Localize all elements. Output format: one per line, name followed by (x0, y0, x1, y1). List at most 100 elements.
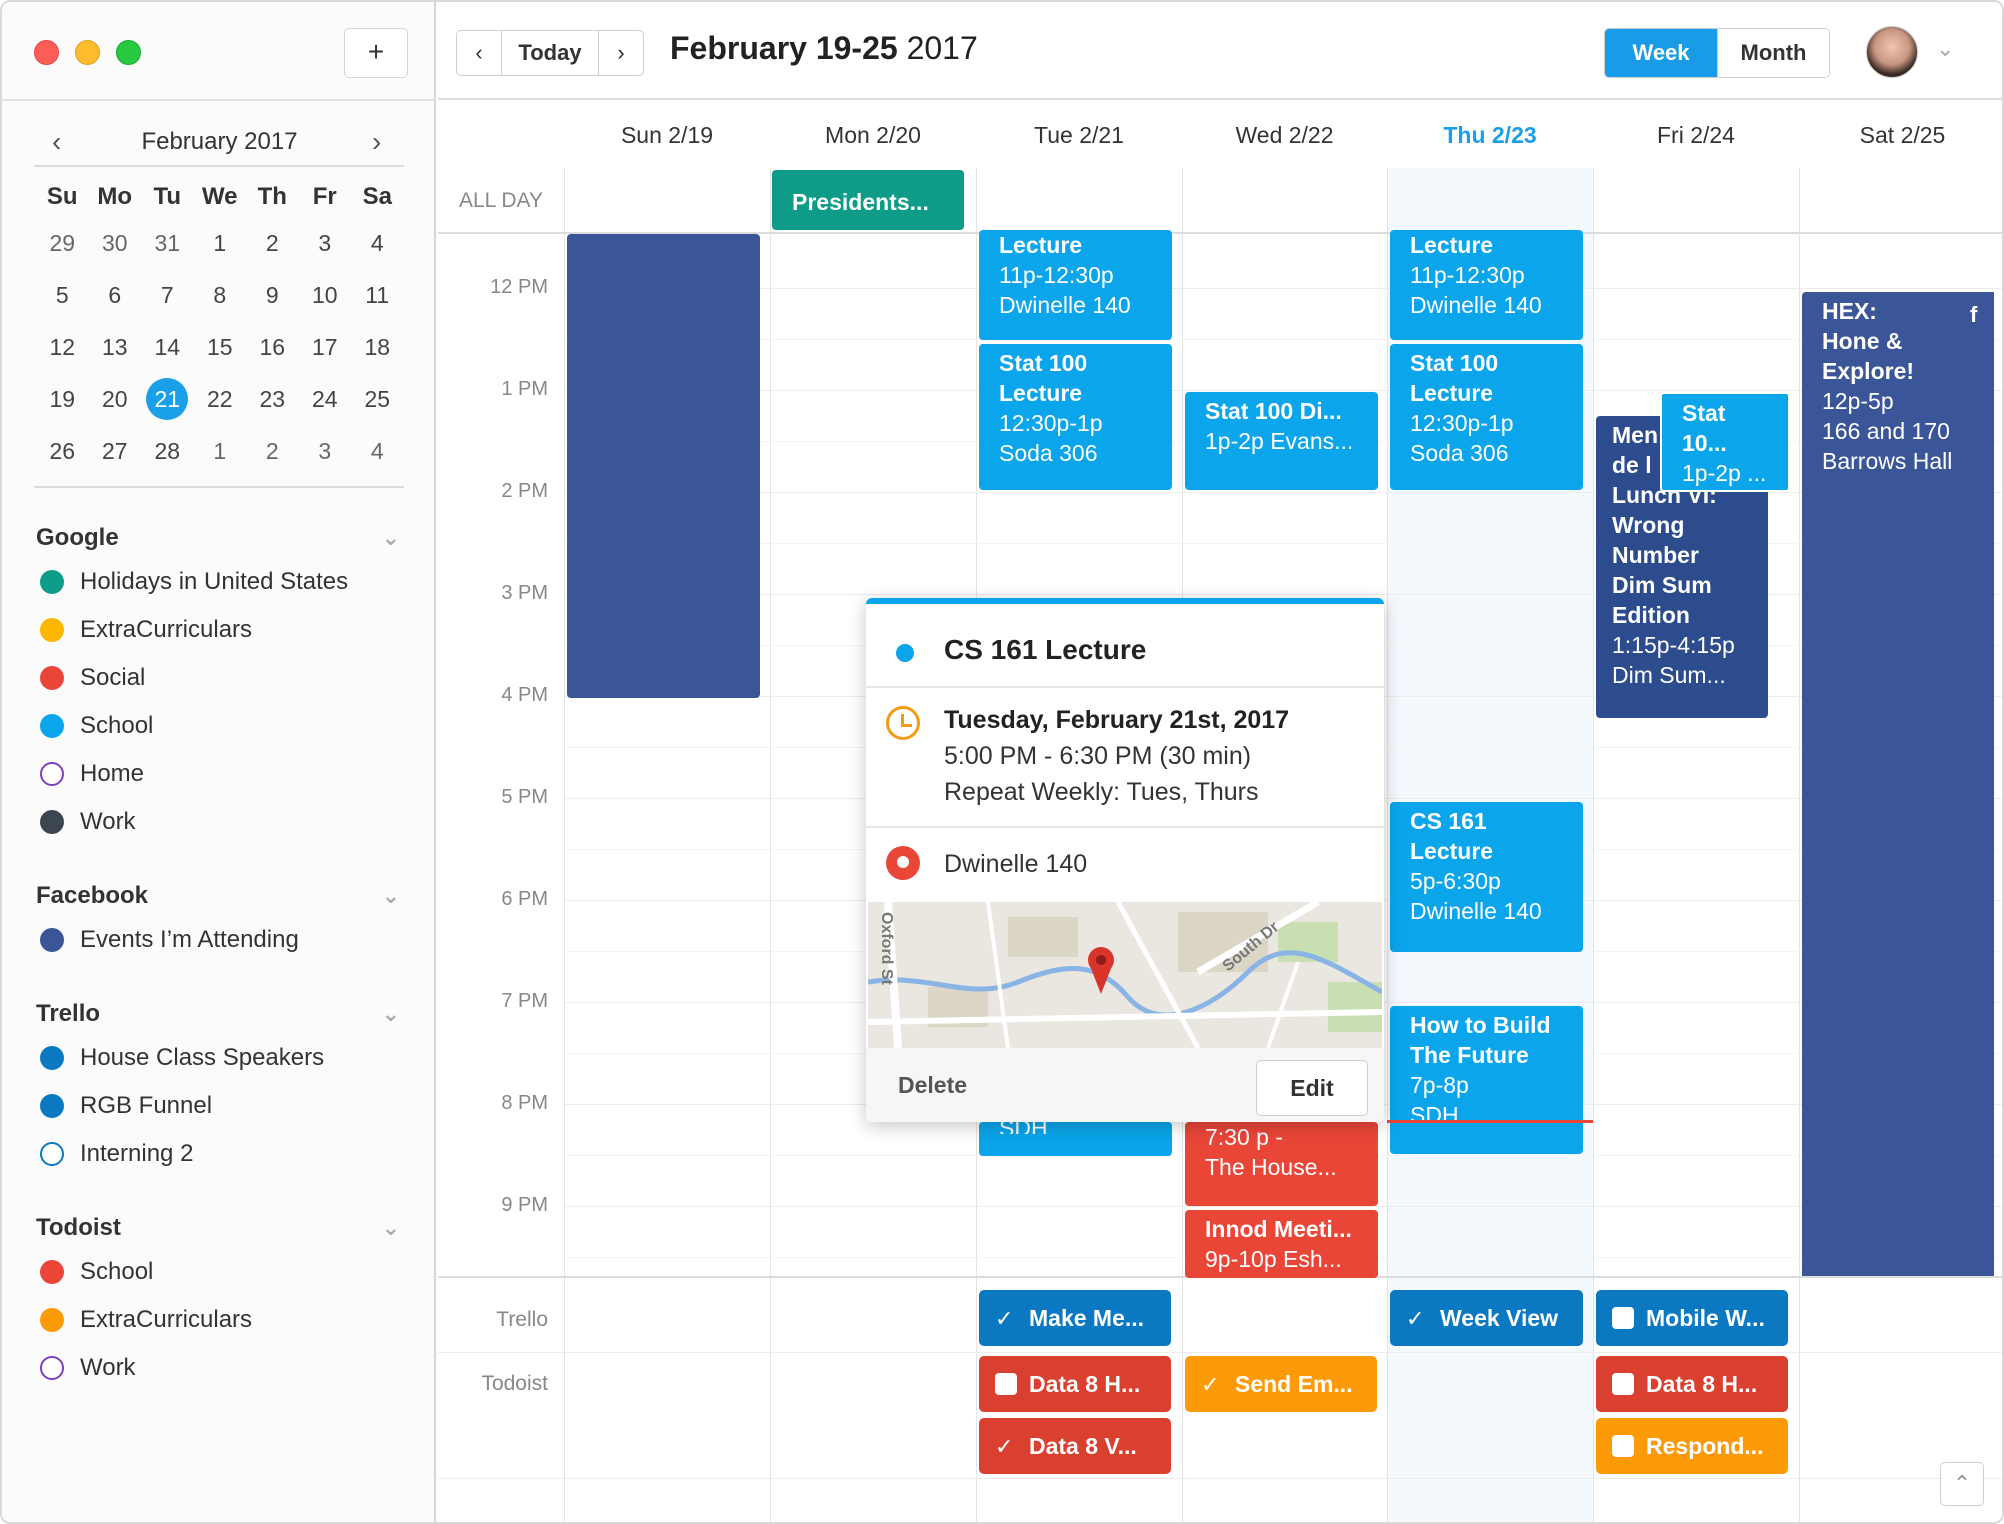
chevron-down-icon[interactable]: ⌄ (382, 1208, 400, 1248)
day-header[interactable]: Sun 2/19 (564, 102, 770, 168)
mini-calendar-day[interactable]: 28 (141, 425, 194, 477)
delete-event-button[interactable]: Delete (898, 1072, 967, 1099)
checkbox[interactable] (1612, 1307, 1634, 1329)
day-header[interactable]: Mon 2/20 (770, 102, 976, 168)
checkbox[interactable] (1612, 1435, 1634, 1457)
event-tue-stat100-lecture[interactable]: Stat 100 Lecture 12:30p-1p Soda 306 (979, 344, 1172, 490)
calendar-color-dot[interactable] (40, 1046, 64, 1070)
mini-calendar-day[interactable]: 23 (246, 373, 299, 425)
calendar-color-dot[interactable] (40, 1094, 64, 1118)
chevron-down-icon[interactable]: ⌄ (382, 518, 400, 558)
trello-task-make-me[interactable]: ✓ Make Me... (979, 1290, 1171, 1346)
calendar-group-title[interactable]: Trello ⌄ (36, 994, 406, 1034)
calendar-color-dot[interactable] (40, 810, 64, 834)
mini-calendar-day[interactable]: 29 (36, 217, 89, 269)
todoist-task-data8-v[interactable]: ✓ Data 8 V... (979, 1418, 1171, 1474)
location-map[interactable]: Oxford St South Dr (868, 902, 1382, 1048)
event-thu-lecture[interactable]: Lecture 11p-12:30p Dwinelle 140 (1390, 230, 1583, 340)
mini-calendar-day[interactable]: 17 (299, 321, 352, 373)
mini-calendar-prev-button[interactable]: ‹ (52, 126, 61, 158)
trello-task-mobile-w[interactable]: Mobile W... (1596, 1290, 1788, 1346)
trello-task-week-view[interactable]: ✓ Week View (1390, 1290, 1583, 1346)
calendar-item[interactable]: ExtraCurriculars (36, 606, 406, 654)
mini-calendar-day[interactable]: 2 (246, 425, 299, 477)
calendar-item[interactable]: House Class Speakers (36, 1034, 406, 1082)
popover-location[interactable]: Dwinelle 140 (944, 850, 1087, 879)
day-header[interactable]: Fri 2/24 (1593, 102, 1799, 168)
mini-calendar-day[interactable]: 30 (89, 217, 142, 269)
todoist-task-data8-h-fri[interactable]: Data 8 H... (1596, 1356, 1788, 1412)
calendar-color-dot[interactable] (40, 1142, 64, 1166)
todoist-task-send-em[interactable]: ✓ Send Em... (1185, 1356, 1377, 1412)
event-tue-lecture[interactable]: Lecture 11p-12:30p Dwinelle 140 (979, 230, 1172, 340)
next-week-button[interactable]: › (599, 31, 643, 75)
calendar-color-dot[interactable] (40, 570, 64, 594)
calendar-item[interactable]: Home (36, 750, 406, 798)
todoist-task-respond[interactable]: Respond... (1596, 1418, 1788, 1474)
mini-calendar-day[interactable]: 25 (351, 373, 404, 425)
calendar-color-dot[interactable] (40, 714, 64, 738)
calendar-item[interactable]: School (36, 702, 406, 750)
scroll-to-top-button[interactable]: ⌃ (1940, 1462, 1984, 1506)
event-tue-sdh[interactable]: SDH (979, 1122, 1172, 1156)
calendar-item[interactable]: Events I’m Attending (36, 916, 406, 964)
calendar-color-dot[interactable] (40, 928, 64, 952)
calendar-item[interactable]: ExtraCurriculars (36, 1296, 406, 1344)
calendar-item[interactable]: RGB Funnel (36, 1082, 406, 1130)
mini-calendar-day[interactable]: 18 (351, 321, 404, 373)
calendar-color-dot[interactable] (40, 1356, 64, 1380)
mini-calendar-day[interactable]: 7 (141, 269, 194, 321)
event-wed-innod-meeting[interactable]: Innod Meeti... 9p-10p Esh... (1185, 1210, 1378, 1278)
calendar-group-title[interactable]: Facebook ⌄ (36, 876, 406, 916)
mini-calendar-day[interactable]: 1 (194, 425, 247, 477)
day-header[interactable]: Thu 2/23 (1387, 102, 1593, 168)
calendar-item[interactable]: Work (36, 798, 406, 846)
mini-calendar-day[interactable]: 9 (246, 269, 299, 321)
mini-calendar-day[interactable]: 13 (89, 321, 142, 373)
day-header[interactable]: Sat 2/25 (1799, 102, 2002, 168)
mini-calendar-day[interactable]: 27 (89, 425, 142, 477)
mini-calendar-day[interactable]: 6 (89, 269, 142, 321)
zoom-window-button[interactable] (116, 40, 141, 65)
calendar-item[interactable]: Work (36, 1344, 406, 1392)
calendar-item[interactable]: Social (36, 654, 406, 702)
chevron-down-icon[interactable]: ⌄ (382, 994, 400, 1034)
month-view-button[interactable]: Month (1717, 29, 1829, 77)
mini-calendar-day[interactable]: 19 (36, 373, 89, 425)
mini-calendar-next-button[interactable]: › (372, 126, 381, 158)
close-window-button[interactable] (34, 40, 59, 65)
event-thu-how-to-build-the-future[interactable]: How to Build The Future 7p-8p SDH (1390, 1006, 1583, 1154)
user-avatar[interactable] (1866, 26, 1918, 78)
calendar-item[interactable]: Interning 2 (36, 1130, 406, 1178)
mini-calendar-day[interactable]: 22 (194, 373, 247, 425)
today-button[interactable]: Today (501, 31, 599, 75)
event-sun-facebook[interactable] (567, 234, 760, 698)
checkbox[interactable] (1612, 1373, 1634, 1395)
checkbox[interactable] (995, 1373, 1017, 1395)
event-thu-stat100-lecture[interactable]: Stat 100 Lecture 12:30p-1p Soda 306 (1390, 344, 1583, 490)
mini-calendar-day[interactable]: 20 (89, 373, 142, 425)
mini-calendar-day[interactable]: 1 (194, 217, 247, 269)
previous-week-button[interactable]: ‹ (457, 31, 501, 75)
day-header[interactable]: Wed 2/22 (1182, 102, 1387, 168)
calendar-color-dot[interactable] (40, 762, 64, 786)
mini-calendar-day[interactable]: 15 (194, 321, 247, 373)
calendar-item[interactable]: School (36, 1248, 406, 1296)
event-thu-cs161-lecture[interactable]: CS 161 Lecture 5p-6:30p Dwinelle 140 (1390, 802, 1583, 952)
event-wed-the-house[interactable]: 7:30 p - The House... (1185, 1122, 1378, 1206)
mini-calendar-day[interactable]: 16 (246, 321, 299, 373)
week-view-button[interactable]: Week (1605, 29, 1717, 77)
mini-calendar-day[interactable]: 4 (351, 217, 404, 269)
chevron-down-icon[interactable]: ⌄ (382, 876, 400, 916)
edit-event-button[interactable]: Edit (1256, 1060, 1368, 1116)
mini-calendar-day[interactable]: 8 (194, 269, 247, 321)
calendar-color-dot[interactable] (40, 618, 64, 642)
mini-calendar-day-selected[interactable]: 21 (141, 373, 194, 425)
mini-calendar-day[interactable]: 4 (351, 425, 404, 477)
mini-calendar-day[interactable]: 24 (299, 373, 352, 425)
chevron-down-icon[interactable]: ⌄ (1936, 36, 1954, 62)
day-header[interactable]: Tue 2/21 (976, 102, 1182, 168)
calendar-color-dot[interactable] (40, 1260, 64, 1284)
mini-calendar-day[interactable]: 5 (36, 269, 89, 321)
todoist-task-data8-h[interactable]: Data 8 H... (979, 1356, 1171, 1412)
